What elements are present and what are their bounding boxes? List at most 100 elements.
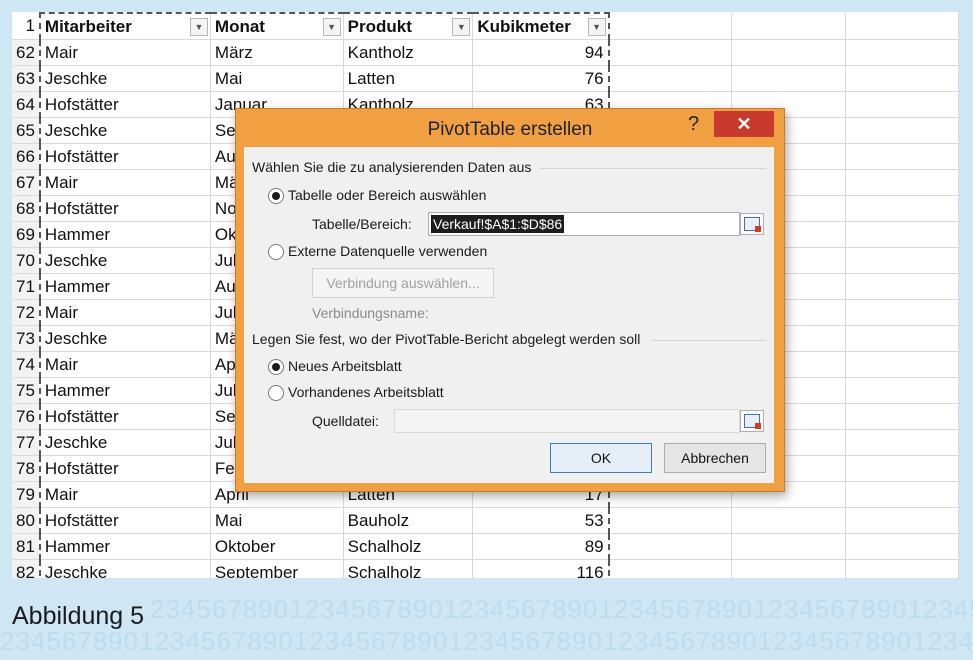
- cell-mitarbeiter[interactable]: Hofstätter: [38, 455, 211, 482]
- empty-cell[interactable]: [845, 39, 959, 66]
- source-input[interactable]: [394, 409, 740, 433]
- row-number[interactable]: 70: [12, 247, 41, 274]
- source-selector-button[interactable]: [740, 410, 764, 432]
- cell-kubikmeter[interactable]: 53: [472, 507, 610, 534]
- empty-cell[interactable]: [608, 533, 733, 560]
- empty-cell[interactable]: [731, 507, 846, 534]
- cell-monat[interactable]: September: [210, 559, 344, 578]
- cell-mitarbeiter[interactable]: Hofstätter: [38, 507, 211, 534]
- empty-cell[interactable]: [845, 299, 959, 326]
- cell-mitarbeiter[interactable]: Hammer: [38, 533, 211, 560]
- cell-mitarbeiter[interactable]: Hammer: [38, 273, 211, 300]
- cell-kubikmeter[interactable]: 89: [472, 533, 610, 560]
- row-number[interactable]: 82: [12, 559, 41, 578]
- row-number[interactable]: 71: [12, 273, 41, 300]
- header-monat[interactable]: Monat ▼: [210, 12, 344, 40]
- row-number[interactable]: 64: [12, 91, 41, 118]
- empty-cell[interactable]: [845, 507, 959, 534]
- empty-cell[interactable]: [608, 39, 733, 66]
- row-number[interactable]: 69: [12, 221, 41, 248]
- row-number[interactable]: 74: [12, 351, 41, 378]
- range-input[interactable]: Verkauf!$A$1:$D$86: [428, 212, 740, 236]
- row-number[interactable]: 75: [12, 377, 41, 404]
- row-number[interactable]: 66: [12, 143, 41, 170]
- cell-kubikmeter[interactable]: 76: [472, 65, 610, 92]
- empty-cell[interactable]: [845, 13, 959, 40]
- empty-cell[interactable]: [731, 39, 846, 66]
- option-external-source-label[interactable]: Externe Datenquelle verwenden: [288, 243, 487, 259]
- empty-cell[interactable]: [845, 351, 959, 378]
- empty-cell[interactable]: [731, 13, 846, 40]
- empty-cell[interactable]: [845, 273, 959, 300]
- cell-produkt[interactable]: Schalholz: [343, 559, 474, 578]
- row-number[interactable]: 62: [12, 39, 41, 66]
- cell-mitarbeiter[interactable]: Mair: [38, 39, 211, 66]
- cell-mitarbeiter[interactable]: Hammer: [38, 377, 211, 404]
- help-icon[interactable]: ?: [688, 113, 699, 136]
- radio-existing-worksheet[interactable]: [268, 385, 284, 401]
- cell-monat[interactable]: Mai: [210, 507, 344, 534]
- empty-cell[interactable]: [845, 533, 959, 560]
- empty-cell[interactable]: [845, 455, 959, 482]
- cell-mitarbeiter[interactable]: Jeschke: [38, 117, 211, 144]
- row-number[interactable]: 80: [12, 507, 41, 534]
- empty-cell[interactable]: [845, 429, 959, 456]
- empty-cell[interactable]: [845, 195, 959, 222]
- filter-dropdown-icon[interactable]: ▼: [322, 18, 341, 36]
- cell-mitarbeiter[interactable]: Mair: [38, 481, 211, 508]
- empty-cell[interactable]: [731, 65, 846, 92]
- cell-monat[interactable]: März: [210, 39, 344, 66]
- option-new-worksheet-label[interactable]: Neues Arbeitsblatt: [288, 358, 402, 374]
- empty-cell[interactable]: [845, 117, 959, 144]
- cell-produkt[interactable]: Kantholz: [343, 39, 474, 66]
- empty-cell[interactable]: [845, 325, 959, 352]
- cell-monat[interactable]: Mai: [210, 65, 344, 92]
- empty-cell[interactable]: [845, 91, 959, 118]
- empty-cell[interactable]: [608, 13, 733, 40]
- empty-cell[interactable]: [845, 221, 959, 248]
- cell-mitarbeiter[interactable]: Jeschke: [38, 559, 211, 578]
- row-number[interactable]: 77: [12, 429, 41, 456]
- range-selector-button[interactable]: [740, 213, 764, 235]
- row-number[interactable]: 63: [12, 65, 41, 92]
- cell-mitarbeiter[interactable]: Mair: [38, 299, 211, 326]
- cell-mitarbeiter[interactable]: Hofstätter: [38, 195, 211, 222]
- radio-external-source[interactable]: [268, 244, 284, 260]
- cell-mitarbeiter[interactable]: Jeschke: [38, 429, 211, 456]
- empty-cell[interactable]: [845, 247, 959, 274]
- filter-dropdown-icon[interactable]: ▼: [452, 18, 471, 36]
- cell-produkt[interactable]: Bauholz: [343, 507, 474, 534]
- header-mitarbeiter[interactable]: Mitarbeiter ▼: [38, 12, 211, 40]
- filter-dropdown-icon[interactable]: ▼: [189, 18, 208, 36]
- row-number[interactable]: 65: [12, 117, 41, 144]
- cancel-button[interactable]: Abbrechen: [664, 443, 766, 473]
- cell-produkt[interactable]: Latten: [343, 65, 474, 92]
- empty-cell[interactable]: [608, 559, 733, 578]
- header-produkt[interactable]: Produkt ▼: [343, 12, 474, 40]
- row-number[interactable]: 1: [12, 13, 41, 40]
- empty-cell[interactable]: [845, 65, 959, 92]
- ok-button[interactable]: OK: [550, 443, 652, 473]
- empty-cell[interactable]: [608, 507, 733, 534]
- row-number[interactable]: 67: [12, 169, 41, 196]
- option-existing-worksheet-label[interactable]: Vorhandenes Arbeitsblatt: [288, 384, 444, 400]
- row-number[interactable]: 78: [12, 455, 41, 482]
- row-number[interactable]: 68: [12, 195, 41, 222]
- header-kubikmeter[interactable]: Kubikmeter ▼: [472, 12, 610, 40]
- empty-cell[interactable]: [845, 143, 959, 170]
- close-button[interactable]: ✕: [714, 111, 774, 137]
- cell-mitarbeiter[interactable]: Hammer: [38, 221, 211, 248]
- cell-mitarbeiter[interactable]: Mair: [38, 351, 211, 378]
- cell-mitarbeiter[interactable]: Hofstätter: [38, 143, 211, 170]
- cell-produkt[interactable]: Schalholz: [343, 533, 474, 560]
- cell-mitarbeiter[interactable]: Jeschke: [38, 65, 211, 92]
- empty-cell[interactable]: [845, 481, 959, 508]
- row-number[interactable]: 72: [12, 299, 41, 326]
- empty-cell[interactable]: [731, 533, 846, 560]
- empty-cell[interactable]: [845, 377, 959, 404]
- cell-mitarbeiter[interactable]: Hofstätter: [38, 403, 211, 430]
- radio-table-range[interactable]: [268, 188, 284, 204]
- cell-mitarbeiter[interactable]: Hofstätter: [38, 91, 211, 118]
- empty-cell[interactable]: [731, 559, 846, 578]
- cell-mitarbeiter[interactable]: Jeschke: [38, 325, 211, 352]
